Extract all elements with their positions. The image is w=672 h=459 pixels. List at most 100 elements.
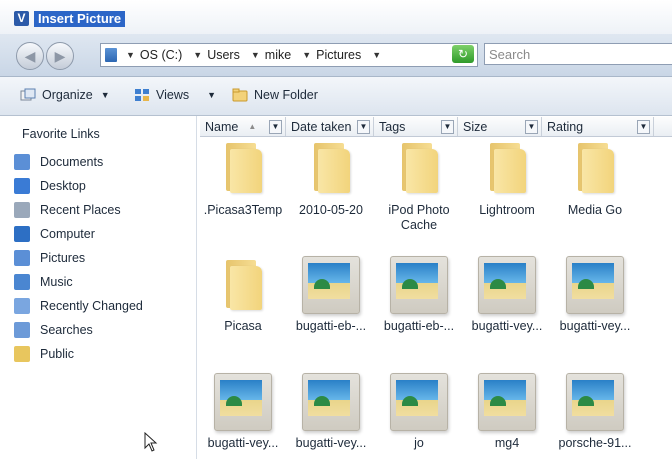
image-file-item[interactable]: bugatti-eb-... (288, 254, 374, 334)
folder-item[interactable]: Lightroom (464, 141, 550, 218)
sidebar-item-label: Music (40, 275, 73, 289)
views-icon (135, 89, 149, 101)
file-name: .Picasa3Temp (203, 203, 283, 217)
recent-places-icon (14, 202, 30, 218)
image-file-item[interactable]: bugatti-vey... (200, 371, 286, 451)
image-thumbnail-icon (476, 371, 538, 433)
folder-item[interactable]: Picasa (200, 258, 286, 334)
recently-changed-icon (14, 298, 30, 314)
folder-item[interactable]: Media Go (552, 141, 638, 218)
folder-item[interactable]: .Picasa3Temp (200, 141, 286, 218)
file-name: bugatti-eb-... (295, 319, 367, 333)
breadcrumb-separator-icon[interactable]: ▼ (251, 50, 260, 60)
column-filter-dropdown-icon[interactable]: ▼ (637, 120, 650, 134)
folder-item[interactable]: iPod Photo Cache (376, 141, 462, 233)
window-title: Insert Picture (34, 11, 126, 27)
new-folder-button[interactable]: New Folder (232, 88, 318, 102)
column-header-label: Size (463, 119, 488, 134)
sidebar-item-music[interactable]: Music (14, 271, 73, 293)
breadcrumb-mike[interactable]: mike (265, 48, 291, 62)
sidebar-item-computer[interactable]: Computer (14, 223, 95, 245)
navigation-bar: ◀ ▶ ▼ OS (C:) ▼ Users ▼ mike ▼ Pictures … (0, 34, 672, 77)
sidebar-item-label: Computer (40, 227, 95, 241)
column-header-rating[interactable]: Rating ▼ (542, 117, 654, 136)
file-name: Picasa (224, 319, 262, 333)
folder-icon (310, 141, 352, 193)
search-input[interactable]: Search (484, 43, 672, 65)
views-label: Views (156, 88, 190, 102)
image-thumbnail-icon (564, 371, 626, 433)
documents-icon (14, 154, 30, 170)
file-name: porsche-91... (558, 436, 632, 450)
command-toolbar: Organize ▼ Views ▼ New Folder (0, 77, 672, 116)
folder-icon (222, 141, 264, 193)
favorite-links-heading: Favorite Links (22, 127, 100, 141)
folder-icon (486, 141, 528, 193)
image-file-item[interactable]: porsche-91... (552, 371, 638, 451)
column-header-tags[interactable]: Tags ▼ (374, 117, 458, 136)
back-arrow-icon: ◀ (24, 47, 36, 64)
sidebar-item-label: Recent Places (40, 203, 121, 217)
column-header-date-taken[interactable]: Date taken ▼ (286, 117, 374, 136)
image-file-item[interactable]: jo (376, 371, 462, 451)
image-file-item[interactable]: bugatti-vey... (288, 371, 374, 451)
public-folder-icon (14, 346, 30, 362)
sidebar-item-documents[interactable]: Documents (14, 151, 103, 173)
file-name: Media Go (567, 203, 623, 217)
file-name: bugatti-vey... (471, 319, 543, 333)
sidebar-item-label: Documents (40, 155, 104, 169)
views-button[interactable]: Views ▼ (134, 88, 216, 102)
sidebar-item-searches[interactable]: Searches (14, 319, 93, 341)
image-file-item[interactable]: bugatti-vey... (552, 254, 638, 334)
column-header-bar: Name ▲ ▼ Date taken ▼ Tags ▼ Size ▼ Rati… (200, 117, 672, 137)
file-name: iPod Photo Cache (388, 203, 450, 232)
sort-ascending-icon: ▲ (248, 122, 257, 131)
column-filter-dropdown-icon[interactable]: ▼ (269, 120, 282, 134)
refresh-button[interactable]: ↻ (452, 45, 474, 63)
breadcrumb-separator-icon[interactable]: ▼ (126, 50, 135, 60)
column-header-label: Tags (379, 119, 406, 134)
breadcrumb-os-c[interactable]: OS (C:) (140, 48, 182, 62)
column-header-label: Date taken (291, 119, 352, 134)
folder-item[interactable]: 2010-05-20 (288, 141, 374, 218)
location-icon (105, 48, 117, 62)
image-thumbnail-icon (300, 371, 362, 433)
breadcrumb-separator-icon[interactable]: ▼ (302, 50, 311, 60)
forward-button[interactable]: ▶ (46, 42, 74, 70)
pictures-icon (14, 250, 30, 266)
image-thumbnail-icon (300, 254, 362, 316)
searches-icon (14, 322, 30, 338)
address-bar[interactable]: ▼ OS (C:) ▼ Users ▼ mike ▼ Pictures ▼ ▼ (100, 43, 478, 67)
file-name: bugatti-eb-... (383, 319, 455, 333)
new-folder-icon (232, 88, 248, 102)
column-filter-dropdown-icon[interactable]: ▼ (357, 120, 370, 134)
column-header-name[interactable]: Name ▲ ▼ (200, 117, 286, 136)
image-thumbnail-icon (476, 254, 538, 316)
file-list: .Picasa3Temp 2010-05-20 iPod Photo Cache… (200, 137, 672, 459)
column-header-label: Name (205, 119, 239, 134)
breadcrumb-users[interactable]: Users (207, 48, 240, 62)
organize-button[interactable]: Organize ▼ (20, 88, 110, 102)
column-filter-dropdown-icon[interactable]: ▼ (441, 120, 454, 134)
refresh-icon: ↻ (457, 47, 469, 61)
back-button[interactable]: ◀ (16, 42, 44, 70)
column-header-size[interactable]: Size ▼ (458, 117, 542, 136)
breadcrumb-separator-icon[interactable]: ▼ (193, 50, 202, 60)
breadcrumb-pictures[interactable]: Pictures (316, 48, 361, 62)
folder-icon (398, 141, 440, 193)
file-name: bugatti-vey... (207, 436, 279, 450)
sidebar-item-recently-changed[interactable]: Recently Changed (14, 295, 143, 317)
image-file-item[interactable]: bugatti-eb-... (376, 254, 462, 334)
sidebar-item-pictures[interactable]: Pictures (14, 247, 85, 269)
sidebar-item-label: Searches (40, 323, 93, 337)
column-filter-dropdown-icon[interactable]: ▼ (525, 120, 538, 134)
sidebar-item-public[interactable]: Public (14, 343, 74, 365)
file-name: mg4 (494, 436, 520, 450)
organize-label: Organize (42, 88, 93, 102)
sidebar-item-label: Pictures (40, 251, 86, 265)
image-file-item[interactable]: mg4 (464, 371, 550, 451)
sidebar-item-recent-places[interactable]: Recent Places (14, 199, 121, 221)
sidebar-item-desktop[interactable]: Desktop (14, 175, 86, 197)
breadcrumb-separator-icon[interactable]: ▼ (372, 50, 381, 60)
image-file-item[interactable]: bugatti-vey... (464, 254, 550, 334)
